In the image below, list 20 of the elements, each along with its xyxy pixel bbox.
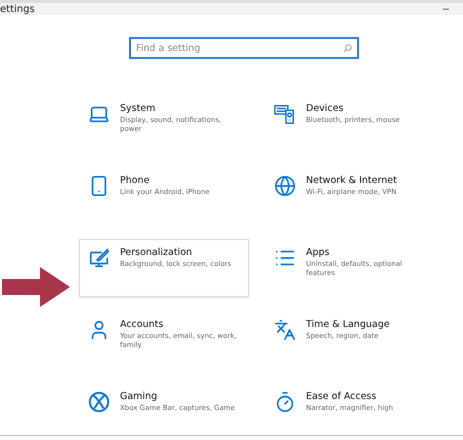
monitor-brush-icon <box>88 247 110 269</box>
tile-title: Apps <box>306 247 331 258</box>
search-field[interactable]: Find a setting <box>129 37 359 59</box>
tile-title: Gaming <box>120 391 158 402</box>
language-icon <box>274 319 296 341</box>
tile-title: Accounts <box>120 319 164 330</box>
tile-title: Time & Language <box>306 319 390 330</box>
search-icon <box>343 44 352 53</box>
tile-title: Network & Internet <box>306 175 397 186</box>
tile-title: Personalization <box>120 247 194 258</box>
keyboard-speaker-icon <box>274 103 296 125</box>
arrow-icon <box>2 267 70 307</box>
globe-icon <box>274 175 296 197</box>
tile-title: Phone <box>120 175 150 186</box>
minimize-button[interactable]: – <box>438 3 453 15</box>
xbox-circle-icon <box>88 391 110 413</box>
window-title: ettings <box>0 4 35 14</box>
tile-title: Ease of Access <box>306 391 378 402</box>
tile-title: System <box>120 103 156 114</box>
tile-title: Devices <box>306 103 344 114</box>
